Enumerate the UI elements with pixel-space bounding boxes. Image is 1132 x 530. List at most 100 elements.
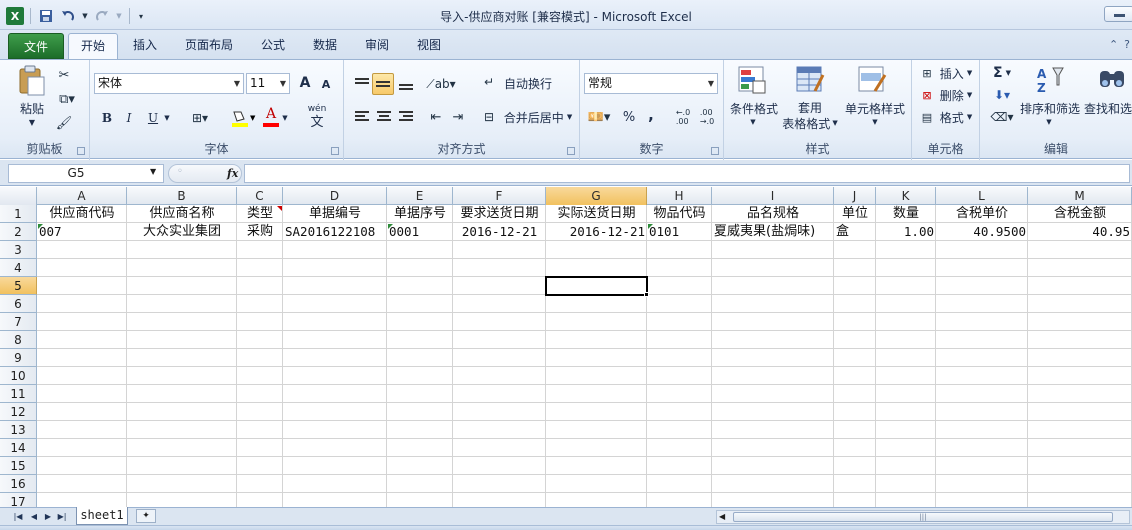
minimize-ribbon-icon[interactable]: ⌃: [1109, 38, 1118, 51]
column-header-b[interactable]: B: [127, 187, 237, 205]
format-as-table-icon[interactable]: [794, 64, 826, 96]
header-cell-i[interactable]: 品名规格: [712, 205, 834, 223]
row-header-1[interactable]: 1: [0, 205, 37, 223]
row-header-13[interactable]: 13: [0, 421, 37, 439]
fill-handle[interactable]: [644, 292, 649, 297]
data-cell-b2[interactable]: 大众实业集团: [127, 223, 237, 241]
row-header-10[interactable]: 10: [0, 367, 37, 385]
tab-file[interactable]: 文件: [8, 33, 64, 59]
column-header-f[interactable]: F: [453, 187, 546, 205]
column-header-m[interactable]: M: [1028, 187, 1132, 205]
align-bottom-icon[interactable]: [396, 74, 416, 94]
row-header-8[interactable]: 8: [0, 331, 37, 349]
merge-center-button[interactable]: 合并后居中 ▼: [500, 108, 576, 126]
row-header-7[interactable]: 7: [0, 313, 37, 331]
formula-input[interactable]: [244, 164, 1130, 183]
alignment-launcher-icon[interactable]: [567, 147, 575, 155]
clipboard-launcher-icon[interactable]: [77, 147, 85, 155]
align-right-icon[interactable]: [396, 108, 416, 126]
merge-center-icon[interactable]: ⊟: [480, 108, 498, 126]
paste-icon[interactable]: [14, 64, 48, 98]
help-icon[interactable]: ?: [1124, 38, 1130, 51]
row-header-12[interactable]: 12: [0, 403, 37, 421]
number-format-select[interactable]: 常规 ▼: [584, 73, 718, 94]
data-cell-a2[interactable]: 007: [37, 223, 127, 241]
column-header-h[interactable]: H: [647, 187, 712, 205]
orientation-icon[interactable]: ⟋ab▾: [426, 74, 456, 94]
grow-font-button[interactable]: A: [296, 74, 314, 92]
data-cell-m2[interactable]: 40.95: [1028, 223, 1132, 241]
fill-icon[interactable]: ⬇▾: [988, 86, 1016, 104]
horizontal-scroll-thumb[interactable]: |||: [733, 512, 1113, 522]
tab-insert[interactable]: 插入: [128, 36, 162, 59]
chevron-down-icon[interactable]: ▼: [1042, 116, 1056, 128]
shrink-font-button[interactable]: A: [318, 76, 334, 92]
delete-cells-button[interactable]: 删除 ▼: [936, 86, 976, 104]
header-cell-m[interactable]: 含税金额: [1028, 205, 1132, 223]
font-color-dropdown-icon[interactable]: ▼: [280, 111, 290, 125]
horizontal-scrollbar[interactable]: ◀ |||: [716, 510, 1130, 524]
header-cell-f[interactable]: 要求送货日期: [453, 205, 546, 223]
row-header-14[interactable]: 14: [0, 439, 37, 457]
italic-button[interactable]: I: [120, 109, 138, 127]
conditional-formatting-button[interactable]: 条件格式: [726, 100, 782, 116]
find-select-icon[interactable]: [1096, 64, 1128, 96]
decrease-decimal-icon[interactable]: .00 →.0: [696, 106, 718, 128]
number-launcher-icon[interactable]: [711, 147, 719, 155]
align-left-icon[interactable]: [352, 108, 372, 126]
header-cell-a[interactable]: 供应商代码: [37, 205, 127, 223]
row-header-4[interactable]: 4: [0, 259, 37, 277]
conditional-formatting-icon[interactable]: [736, 64, 768, 96]
column-header-j[interactable]: J: [834, 187, 876, 205]
data-cell-e2[interactable]: 0001: [387, 223, 453, 241]
row-header-2[interactable]: 2: [0, 223, 37, 241]
format-as-table-line1[interactable]: 套用: [790, 100, 830, 115]
row-header-15[interactable]: 15: [0, 457, 37, 475]
increase-decimal-icon[interactable]: ←.0 .00: [672, 106, 694, 128]
header-cell-b[interactable]: 供应商名称: [127, 205, 237, 223]
tab-review[interactable]: 审阅: [360, 36, 394, 59]
increase-indent-icon[interactable]: ⇥: [448, 108, 468, 126]
selected-cell-g5[interactable]: [545, 276, 648, 296]
next-sheet-icon[interactable]: ▶: [42, 511, 54, 523]
sheet-tab-sheet1[interactable]: sheet1: [76, 507, 128, 525]
name-box[interactable]: G5: [8, 164, 164, 183]
row-header-17[interactable]: 17: [0, 493, 37, 507]
wrap-text-icon[interactable]: ↵: [480, 72, 498, 92]
column-header-i[interactable]: I: [712, 187, 834, 205]
row-header-9[interactable]: 9: [0, 349, 37, 367]
header-cell-g[interactable]: 实际送货日期: [546, 205, 647, 223]
insert-sheet-icon[interactable]: ✦: [136, 509, 156, 523]
prev-sheet-icon[interactable]: ◀: [28, 511, 40, 523]
data-cell-j2[interactable]: 盒: [834, 223, 876, 241]
borders-icon[interactable]: ⊞▾: [186, 109, 214, 127]
row-header-11[interactable]: 11: [0, 385, 37, 403]
copy-icon[interactable]: ⧉▾: [54, 90, 80, 108]
tab-page-layout[interactable]: 页面布局: [180, 36, 238, 59]
row-header-3[interactable]: 3: [0, 241, 37, 259]
autosum-button[interactable]: Σ ▼: [988, 64, 1016, 82]
percent-button[interactable]: %: [620, 108, 638, 126]
align-middle-icon[interactable]: [372, 73, 394, 95]
font-name-select[interactable]: 宋体 ▼: [94, 73, 244, 94]
data-cell-d2[interactable]: SA2016122108: [283, 223, 387, 241]
fill-color-icon[interactable]: ▼: [230, 108, 258, 128]
format-as-table-button[interactable]: 表格格式 ▼: [780, 116, 840, 131]
header-cell-e[interactable]: 单据序号: [387, 205, 453, 223]
paste-dropdown-icon[interactable]: ▼: [24, 116, 40, 128]
insert-cells-button[interactable]: 插入 ▼: [936, 64, 976, 82]
find-select-button[interactable]: 查找和选: [1084, 100, 1132, 116]
last-sheet-icon[interactable]: ▶|: [56, 511, 68, 523]
tab-view[interactable]: 视图: [412, 36, 446, 59]
clear-icon[interactable]: ⌫▾: [988, 108, 1016, 126]
cell-styles-button[interactable]: 单元格样式: [842, 100, 908, 116]
insert-cells-icon[interactable]: ⊞: [918, 64, 936, 82]
align-top-icon[interactable]: [352, 74, 372, 94]
tab-data[interactable]: 数据: [308, 36, 342, 59]
scroll-left-icon[interactable]: ◀: [719, 511, 725, 523]
header-cell-h[interactable]: 物品代码: [647, 205, 712, 223]
format-cells-icon[interactable]: ▤: [918, 108, 936, 126]
data-cell-l2[interactable]: 40.9500: [936, 223, 1028, 241]
column-header-a[interactable]: A: [37, 187, 127, 205]
chevron-down-icon[interactable]: ▼: [746, 116, 760, 128]
